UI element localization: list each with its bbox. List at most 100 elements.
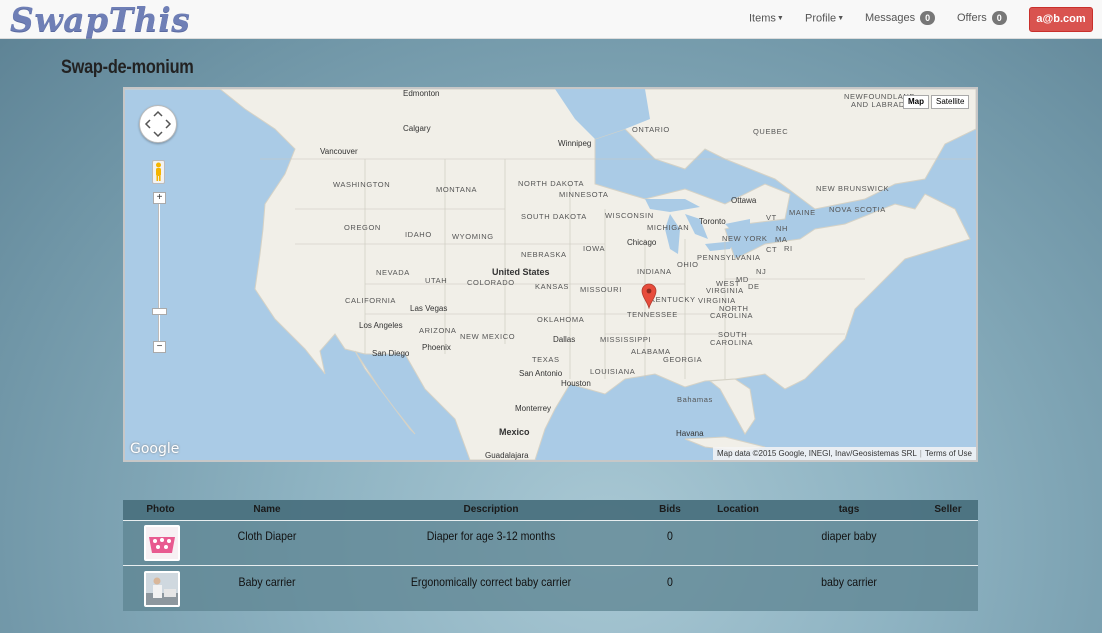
map-label-nova-scotia: NOVA SCOTIA — [829, 205, 886, 214]
map-label-new-mexico: NEW MEXICO — [460, 332, 516, 341]
nav-profile-dropdown[interactable]: Profile▼ — [805, 0, 844, 39]
map-label-san-diego: San Diego — [372, 349, 410, 358]
user-account-button[interactable]: a@b.com — [1029, 7, 1093, 32]
items-table: Photo Name Description Bids Location tag… — [123, 500, 978, 611]
column-header-name: Name — [253, 504, 281, 515]
map-label-nebraska: NEBRASKA — [521, 250, 567, 259]
map-label-san-antonio: San Antonio — [519, 369, 563, 378]
column-header-photo: Photo — [146, 504, 175, 515]
map-label-ontario: ONTARIO — [632, 125, 670, 134]
caret-down-icon: ▼ — [837, 15, 845, 22]
map-label-south-dakota: SOUTH DAKOTA — [521, 212, 587, 221]
map-label-guadalajara: Guadalajara — [485, 451, 529, 460]
items-map[interactable]: NEWFOUNDLAND AND LABRADOR Edmonton Calga… — [123, 87, 978, 462]
map-label-nevada: NEVADA — [376, 268, 410, 277]
map-label-mississippi: MISSISSIPPI — [600, 335, 652, 344]
map-label-mexico: Mexico — [499, 427, 530, 437]
zoom-in-button[interactable]: + — [153, 192, 166, 204]
map-attribution: Map data ©2015 Google, INEGI, Inav/Geosi… — [713, 447, 976, 460]
messages-count-badge: 0 — [920, 11, 936, 26]
zoom-out-button[interactable]: − — [153, 341, 166, 353]
map-type-map-button[interactable]: Map — [903, 95, 929, 109]
offers-count-badge: 0 — [991, 11, 1007, 26]
map-label-louisiana: LOUISIANA — [590, 367, 636, 376]
map-pan-control[interactable] — [139, 105, 177, 143]
item-tags: baby carrier — [821, 575, 877, 589]
item-bids: 0 — [667, 529, 673, 543]
column-header-location: Location — [717, 504, 759, 515]
map-label-monterrey: Monterrey — [515, 404, 552, 413]
location-pin-icon[interactable] — [641, 283, 657, 309]
nav-offers[interactable]: Offers 0 — [957, 0, 1007, 39]
caret-down-icon: ▼ — [776, 15, 784, 22]
diaper-photo-icon — [146, 527, 178, 559]
map-label-toronto: Toronto — [699, 217, 726, 226]
map-label-las-vegas: Las Vegas — [410, 304, 448, 313]
map-label-chicago: Chicago — [627, 238, 657, 247]
map-label-winnipeg: Winnipeg — [558, 139, 592, 148]
map-label-south-carolina: CAROLINA — [710, 338, 754, 347]
item-photo-diaper[interactable] — [144, 525, 180, 561]
map-label-north-carolina: CAROLINA — [710, 311, 754, 320]
nav-items-dropdown[interactable]: Items▼ — [749, 0, 784, 39]
map-label-dallas: Dallas — [553, 335, 576, 344]
map-label-united-states: United States — [492, 267, 550, 277]
map-label-ri: RI — [784, 244, 793, 253]
map-label-kansas: KANSAS — [535, 282, 570, 291]
map-label-minnesota: MINNESOTA — [559, 190, 609, 199]
item-name[interactable]: Cloth Diaper — [214, 521, 320, 551]
table-row[interactable]: Baby carrier Ergonomically correct baby … — [123, 567, 978, 612]
map-label-md: MD — [736, 275, 749, 284]
nav-profile-label: Profile — [805, 12, 837, 25]
map-label-washington: WASHINGTON — [333, 180, 391, 189]
nav-messages[interactable]: Messages 0 — [865, 0, 936, 39]
item-tags: diaper baby — [821, 529, 877, 543]
street-view-pegman-icon[interactable] — [152, 160, 165, 184]
pan-arrows-icon — [144, 110, 172, 138]
item-photo-baby-carrier[interactable] — [144, 571, 180, 607]
map-label-ohio: OHIO — [677, 260, 699, 269]
map-label-missouri: MISSOURI — [580, 285, 622, 294]
map-label-los-angeles: Los Angeles — [359, 321, 403, 330]
map-label-arizona: ARIZONA — [419, 326, 457, 335]
map-label-vancouver: Vancouver — [320, 147, 358, 156]
map-label-maine: MAINE — [789, 208, 816, 217]
map-data-attribution: Map data ©2015 Google, INEGI, Inav/Geosi… — [717, 449, 917, 458]
map-label-bahamas: Bahamas — [677, 395, 713, 404]
map-label-north-dakota: NORTH DAKOTA — [518, 179, 585, 188]
map-label-quebec: QUEBEC — [753, 127, 789, 136]
map-label-nh: NH — [776, 224, 789, 233]
item-name[interactable]: Baby carrier — [214, 567, 320, 597]
map-label-georgia: GEORGIA — [663, 355, 703, 364]
map-label-new-brunswick: NEW BRUNSWICK — [816, 184, 890, 193]
nav-items-label: Items — [749, 12, 776, 25]
zoom-slider-handle[interactable] — [152, 308, 167, 315]
zoom-slider-track[interactable] — [158, 198, 160, 348]
item-description: Ergonomically correct baby carrier — [410, 575, 572, 589]
map-label-california: CALIFORNIA — [345, 296, 397, 305]
map-label-colorado: COLORADO — [467, 278, 515, 287]
map-label-vt: VT — [766, 213, 777, 222]
map-label-oklahoma: OKLAHOMA — [537, 315, 585, 324]
brand-logo[interactable]: SwapThis — [10, 0, 190, 40]
item-description: Diaper for age 3-12 months — [426, 529, 556, 543]
map-label-montana: MONTANA — [436, 185, 478, 194]
column-header-seller: Seller — [934, 504, 962, 515]
map-type-satellite-button[interactable]: Satellite — [931, 95, 970, 109]
map-label-tennessee: TENNESSEE — [627, 310, 678, 319]
nav-messages-label: Messages — [865, 12, 916, 24]
map-label-calgary: Calgary — [403, 124, 431, 133]
terms-of-use-link[interactable]: Terms of Use — [925, 449, 972, 458]
map-label-nj: NJ — [756, 267, 767, 276]
page-title: Swap-de-monium — [61, 57, 194, 78]
map-label-phoenix: Phoenix — [422, 343, 451, 352]
top-navbar: SwapThis Items▼ Profile▼ Messages 0 Offer… — [0, 0, 1102, 39]
item-bids: 0 — [667, 575, 673, 589]
map-label-wisconsin: WISCONSIN — [605, 211, 654, 220]
nav-offers-label: Offers — [957, 12, 987, 24]
table-row[interactable]: Cloth Diaper Diaper for age 3-12 months … — [123, 521, 978, 566]
map-label-wyoming: WYOMING — [452, 232, 494, 241]
column-header-tags: tags — [838, 504, 860, 515]
column-header-bids: Bids — [659, 504, 681, 515]
map-label-michigan: MICHIGAN — [647, 223, 690, 232]
